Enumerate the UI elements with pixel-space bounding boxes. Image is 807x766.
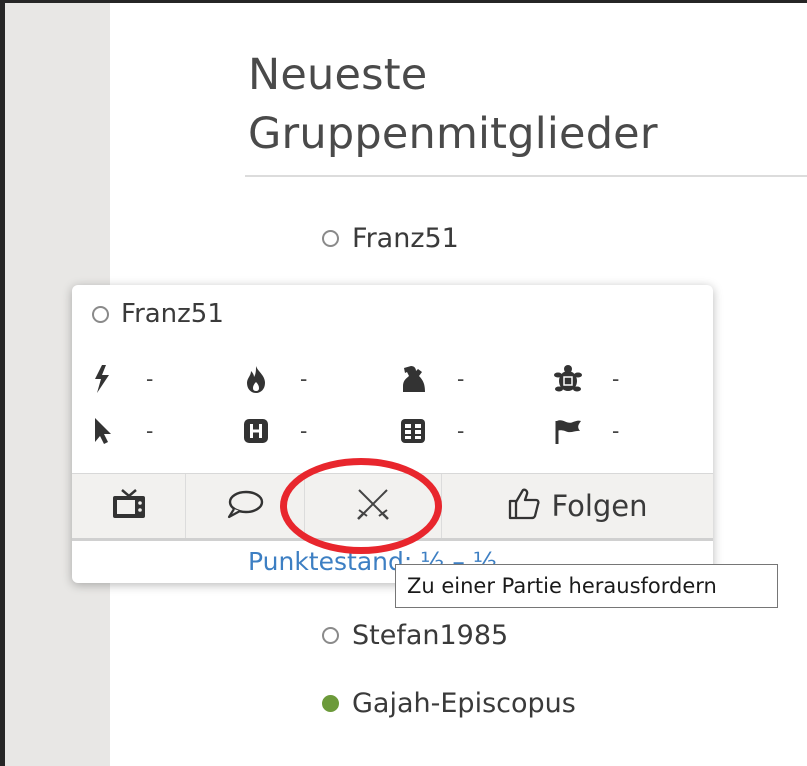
member-list-item[interactable]: Stefan1985	[322, 620, 508, 651]
rating-blitz[interactable]: -	[240, 363, 320, 395]
rating-value: -	[300, 366, 308, 391]
follow-button[interactable]: Folgen	[442, 474, 713, 538]
rating-racing[interactable]: -	[552, 415, 632, 447]
rating-value: -	[300, 418, 308, 443]
bullet-icon	[86, 363, 118, 395]
tv-icon	[110, 488, 148, 525]
highlight-circle-annotation	[280, 458, 442, 554]
title-line-1: Neueste	[248, 50, 428, 100]
watch-tv-button[interactable]	[72, 474, 186, 538]
offline-status-icon	[92, 305, 109, 323]
rating-ultrabullet[interactable]: -	[86, 415, 166, 447]
offline-status-icon	[322, 627, 339, 644]
title-divider	[245, 175, 807, 177]
rating-horde[interactable]: -	[240, 415, 320, 447]
horde-icon	[240, 415, 272, 447]
challenge-tooltip: Zu einer Partie herausfordern	[395, 564, 778, 608]
title-line-2: Gruppenmitglieder	[248, 109, 658, 159]
rating-correspondence[interactable]: -	[397, 415, 477, 447]
member-list-item[interactable]: Gajah-Episcopus	[322, 688, 576, 719]
thumbs-up-icon	[507, 487, 541, 526]
popup-user[interactable]: Franz51	[92, 299, 224, 329]
rating-value: -	[612, 418, 620, 443]
rating-value: -	[612, 366, 620, 391]
member-name: Franz51	[352, 223, 459, 254]
member-name: Gajah-Episcopus	[352, 688, 576, 719]
member-name: Stefan1985	[352, 620, 509, 651]
follow-label: Folgen	[551, 489, 648, 523]
online-status-icon	[322, 695, 339, 712]
rating-rapid[interactable]: -	[397, 363, 477, 395]
rating-value: -	[146, 366, 154, 391]
offline-status-icon	[322, 230, 339, 247]
rating-value: -	[457, 418, 465, 443]
ultrabullet-icon	[86, 415, 118, 447]
rapid-icon	[397, 363, 429, 395]
window-top-border	[0, 0, 807, 3]
rating-value: -	[146, 418, 154, 443]
blitz-icon	[240, 363, 272, 395]
racing-flag-icon	[552, 415, 584, 447]
correspondence-icon	[397, 415, 429, 447]
rating-bullet[interactable]: -	[86, 363, 166, 395]
rating-classical[interactable]: -	[552, 363, 632, 395]
page-title: Neueste Gruppenmitglieder	[248, 46, 658, 164]
rating-value: -	[457, 366, 465, 391]
popup-username: Franz51	[121, 299, 224, 329]
classical-icon	[552, 363, 584, 395]
chat-bubble-icon	[225, 488, 265, 525]
member-list-item[interactable]: Franz51	[322, 223, 459, 254]
